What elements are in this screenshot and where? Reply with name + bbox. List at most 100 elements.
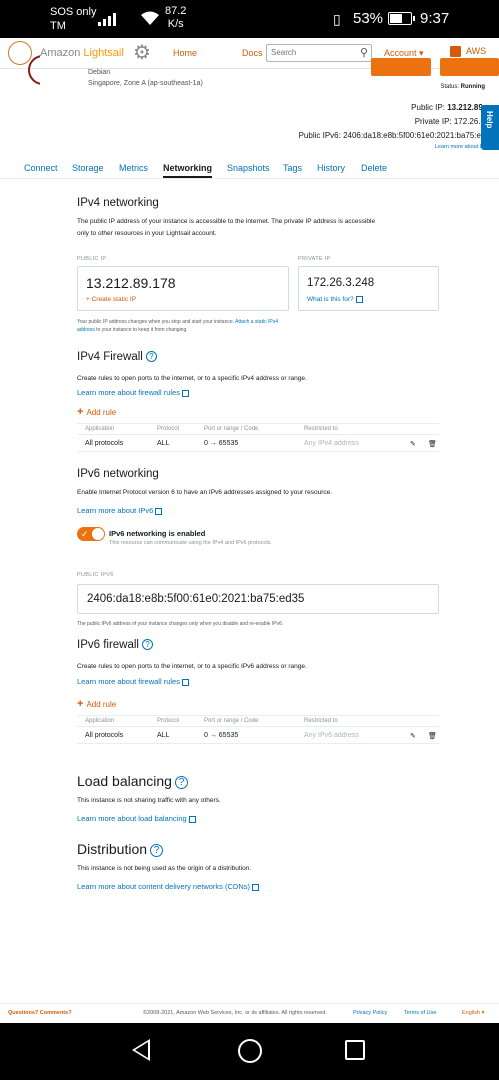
public-ip-summary: Public IP: 13.212.89. [411, 103, 485, 112]
column-protocol: Protocol [157, 718, 180, 724]
brand-logo[interactable]: Amazon Lightsail [40, 47, 124, 59]
tab-tags[interactable]: Tags [283, 163, 302, 173]
privacy-policy-link[interactable]: Privacy Policy [353, 1010, 387, 1016]
cell-restricted: Any IPv4 address [304, 440, 359, 447]
help-icon[interactable]: ? [142, 639, 153, 651]
distribution-heading: Distribution? [77, 841, 164, 857]
delete-icon[interactable]: 🗑 [428, 440, 438, 450]
terms-of-use-link[interactable]: Terms of Use [404, 1010, 436, 1016]
column-port: Port or range / Code [204, 426, 259, 432]
help-icon[interactable]: ? [174, 775, 188, 789]
instance-zone: Singapore, Zone A (ap-southeast-1a) [88, 80, 203, 87]
external-link-icon [181, 389, 189, 397]
ipv6-toggle[interactable]: ✓ [77, 527, 105, 541]
home-link[interactable]: Home [173, 48, 197, 58]
ipv4-firewall-table: Application Protocol Port or range / Cod… [77, 423, 439, 452]
copyright-text: ©2008-2021, Amazon Web Services, Inc. or… [143, 1010, 327, 1016]
table-row: All protocols ALL 0 → 65535 Any IPv4 add… [77, 435, 439, 452]
public-ipv6-value: 2406:da18:e8b:5f00:61e0:2021:ba75:ed35 [87, 593, 305, 605]
private-ip-value: 172.26.3.248 [307, 277, 375, 289]
help-icon[interactable]: ? [145, 351, 157, 363]
ipv4-firewall-heading: IPv4 Firewall? [77, 351, 157, 363]
ipv6-firewall-table: Application Protocol Port or range / Cod… [77, 715, 439, 744]
help-icon[interactable]: ? [150, 843, 164, 857]
public-ipv6-label: PUBLIC IPV6 [77, 572, 114, 578]
ipv6-summary: Public IPv6: 2406:da18:e8b:5f00:61e0:202… [298, 131, 481, 140]
tab-history[interactable]: History [317, 163, 345, 173]
home-icon[interactable] [238, 1039, 262, 1063]
cell-port: 0 → 65535 [204, 732, 239, 739]
edit-icon[interactable]: ✎ [410, 440, 420, 450]
tab-connect[interactable]: Connect [24, 163, 58, 173]
cdn-learn-link[interactable]: Learn more about content delivery networ… [77, 882, 259, 891]
footer: Questions? Comments? ©2008-2021, Amazon … [0, 1003, 499, 1023]
tab-storage[interactable]: Storage [72, 163, 104, 173]
docs-link[interactable]: Docs [242, 48, 263, 58]
instance-os: Debian [88, 69, 111, 76]
column-application: Application [85, 426, 115, 432]
tab-snapshots[interactable]: Snapshots [227, 163, 270, 173]
tab-networking[interactable]: Networking [163, 163, 213, 178]
stop-button[interactable] [371, 58, 431, 76]
load-balancing-description: This instance is not sharing traffic wit… [77, 797, 221, 804]
recent-apps-icon[interactable] [345, 1040, 365, 1060]
ipv4-add-rule-button[interactable]: + Add rule [77, 406, 116, 418]
cell-protocol: ALL [157, 732, 170, 739]
private-ip-label: PRIVATE IP [298, 256, 331, 262]
battery-percent: 53% [353, 10, 384, 27]
battery-icon [388, 12, 415, 25]
load-balancing-heading: Load balancing? [77, 773, 188, 789]
external-link-icon [181, 678, 189, 686]
edit-icon[interactable]: ✎ [410, 732, 420, 742]
column-application: Application [85, 718, 115, 724]
ipv6-toggle-label: IPv6 networking is enabled [109, 529, 206, 538]
column-protocol: Protocol [157, 426, 180, 432]
private-ip-summary: Private IP: 172.26.3 [414, 117, 485, 126]
vibrate-icon: ▯ [333, 11, 341, 27]
settings-gear-icon[interactable]: ⚙ [130, 41, 154, 65]
table-header: Application Protocol Port or range / Cod… [77, 715, 439, 727]
lightsail-logo-icon[interactable] [8, 41, 32, 65]
learn-more-ip-link[interactable]: Learn more about IP [435, 144, 485, 150]
public-ip-label: PUBLIC IP [77, 256, 107, 262]
ipv6-add-rule-button[interactable]: + Add rule [77, 698, 116, 710]
search-input[interactable] [271, 48, 351, 57]
reboot-button[interactable] [440, 58, 499, 76]
ipv6-description: Enable Internet Protocol version 6 to ha… [77, 489, 333, 496]
search-box[interactable]: ⚲ [266, 44, 372, 62]
column-restricted: Restricted to [304, 426, 338, 432]
ipv6-networking-heading: IPv6 networking [77, 468, 159, 480]
ipv6-firewall-heading: IPv6 firewall? [77, 639, 153, 651]
aws-menu[interactable]: AWS [450, 46, 486, 58]
carrier-label: SOS only TM [50, 6, 97, 32]
ipv6-learn-link[interactable]: Learn more about IPv6 [77, 506, 163, 515]
aws-box-icon [450, 46, 461, 58]
table-header: Application Protocol Port or range / Cod… [77, 423, 439, 435]
what-is-this-link[interactable]: What is this for? [307, 296, 363, 303]
language-selector[interactable]: English ▾ [462, 1010, 484, 1016]
instance-status: Status: Running [440, 84, 485, 90]
delete-icon[interactable]: 🗑 [428, 732, 438, 742]
column-port: Port or range / Code [204, 718, 259, 724]
public-ip-note: Your public IP address changes when you … [77, 319, 278, 333]
ipv4-description: The public IP address of your instance i… [77, 218, 376, 237]
cell-restricted: Any IPv6 address [304, 732, 359, 739]
navigation-bar [0, 1023, 499, 1080]
cell-application: All protocols [85, 732, 124, 739]
public-ip-card: 13.212.89.178 + Create static IP [77, 266, 289, 311]
feedback-link[interactable]: Questions? Comments? [8, 1010, 72, 1016]
cell-port: 0 → 65535 [204, 440, 239, 447]
table-row: All protocols ALL 0 → 65535 Any IPv6 add… [77, 727, 439, 744]
help-tab[interactable]: Help [481, 105, 499, 150]
ipv4-firewall-learn-link[interactable]: Learn more about firewall rules [77, 388, 189, 397]
cell-application: All protocols [85, 440, 124, 447]
check-icon: ✓ [81, 529, 89, 539]
back-icon[interactable] [132, 1039, 150, 1061]
search-icon[interactable]: ⚲ [360, 46, 368, 59]
create-static-ip-link[interactable]: + Create static IP [86, 296, 136, 303]
tab-metrics[interactable]: Metrics [119, 163, 148, 173]
ipv6-firewall-learn-link[interactable]: Learn more about firewall rules [77, 677, 189, 686]
tab-delete[interactable]: Delete [361, 163, 387, 173]
load-balancing-learn-link[interactable]: Learn more about load balancing [77, 814, 196, 823]
distribution-description: This instance is not being used as the o… [77, 865, 252, 872]
